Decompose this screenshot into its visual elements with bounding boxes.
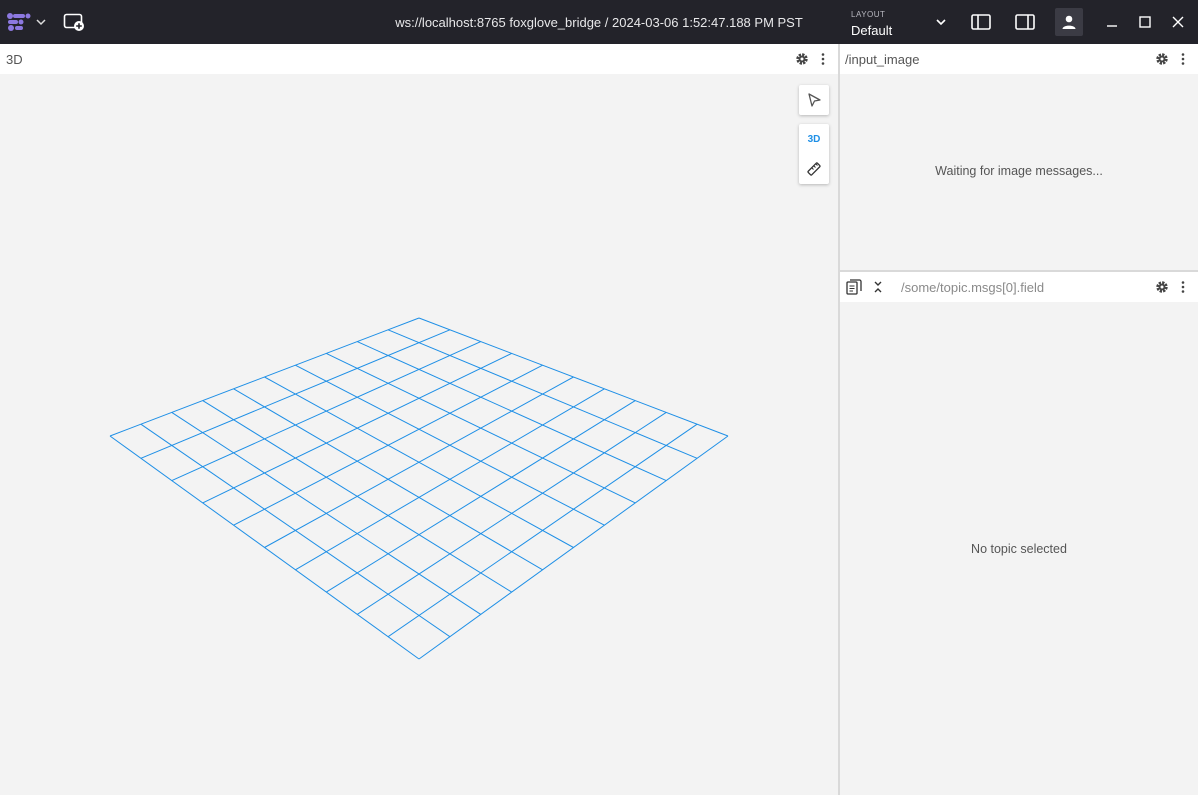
panel-menu-button[interactable] <box>815 51 831 67</box>
grid-line <box>202 400 512 593</box>
user-menu-button[interactable] <box>1055 8 1083 36</box>
right-sidebar-icon <box>1015 14 1035 30</box>
layout-value: Default <box>851 23 893 38</box>
toggle-right-sidebar-button[interactable] <box>1011 8 1039 36</box>
view-mode-button[interactable]: 3D <box>799 124 829 154</box>
grid-line <box>387 423 698 638</box>
topic-path-input[interactable]: /some/topic.msgs[0].field <box>901 280 1044 295</box>
panel-divider-vertical[interactable] <box>838 44 840 795</box>
maximize-window-button[interactable] <box>1131 8 1159 36</box>
grid-line <box>326 400 636 593</box>
copy-button[interactable] <box>846 279 862 295</box>
gear-icon <box>1156 281 1168 293</box>
grid-line <box>109 435 420 660</box>
foxglove-logo-icon <box>7 13 31 31</box>
more-vertical-icon <box>821 53 825 65</box>
grid-line <box>295 388 605 571</box>
app-menu-button[interactable] <box>4 8 48 36</box>
no-topic-message: No topic selected <box>971 542 1067 556</box>
connection-title[interactable]: ws://localhost:8765 foxglove_bridge / 20… <box>395 15 803 30</box>
chevron-down-icon <box>36 19 46 26</box>
grid-line <box>418 435 729 660</box>
grid-line <box>233 388 543 571</box>
chevron-down-icon <box>936 19 946 26</box>
panel-menu-button[interactable] <box>1175 51 1191 67</box>
cursor-icon <box>808 93 821 107</box>
more-vertical-icon <box>1181 281 1185 293</box>
user-icon <box>1062 15 1076 29</box>
add-panel-button[interactable] <box>60 8 88 36</box>
3d-viewport[interactable] <box>0 74 838 795</box>
view-tool-group: 3D <box>799 124 829 184</box>
close-window-button[interactable] <box>1164 8 1192 36</box>
panel-header-3d: 3D <box>0 44 838 74</box>
maximize-icon <box>1139 16 1151 28</box>
panel-header-raw-messages: /some/topic.msgs[0].field <box>840 272 1198 302</box>
collapse-icon <box>874 281 882 293</box>
minimize-icon <box>1107 25 1117 27</box>
panel-title[interactable]: 3D <box>6 52 23 67</box>
panel-header-image: /input_image <box>840 44 1198 74</box>
add-panel-icon <box>63 13 84 31</box>
ruler-icon <box>807 162 821 176</box>
collapse-button[interactable] <box>870 279 886 295</box>
more-vertical-icon <box>1181 53 1185 65</box>
layout-selector[interactable]: LAYOUT Default <box>842 4 954 40</box>
measure-tool-button[interactable] <box>799 154 829 184</box>
left-sidebar-icon <box>971 14 991 30</box>
gear-icon <box>1156 53 1168 65</box>
ground-grid <box>109 317 729 660</box>
close-icon <box>1172 16 1184 28</box>
gear-icon <box>796 53 808 65</box>
image-waiting-message: Waiting for image messages... <box>935 164 1103 178</box>
panel-title[interactable]: /input_image <box>845 52 919 67</box>
panel-settings-button[interactable] <box>1154 51 1170 67</box>
select-tool-group <box>799 85 829 115</box>
toggle-left-sidebar-button[interactable] <box>967 8 995 36</box>
copy-icon <box>846 279 862 295</box>
panel-settings-button[interactable] <box>1154 279 1170 295</box>
panel-settings-button[interactable] <box>794 51 810 67</box>
grid-line <box>140 423 451 638</box>
minimize-window-button[interactable] <box>1098 8 1126 36</box>
panel-menu-button[interactable] <box>1175 279 1191 295</box>
layout-label: LAYOUT <box>851 10 886 19</box>
app-toolbar: ws://localhost:8765 foxglove_bridge / 20… <box>0 0 1198 44</box>
select-tool-button[interactable] <box>799 85 829 115</box>
